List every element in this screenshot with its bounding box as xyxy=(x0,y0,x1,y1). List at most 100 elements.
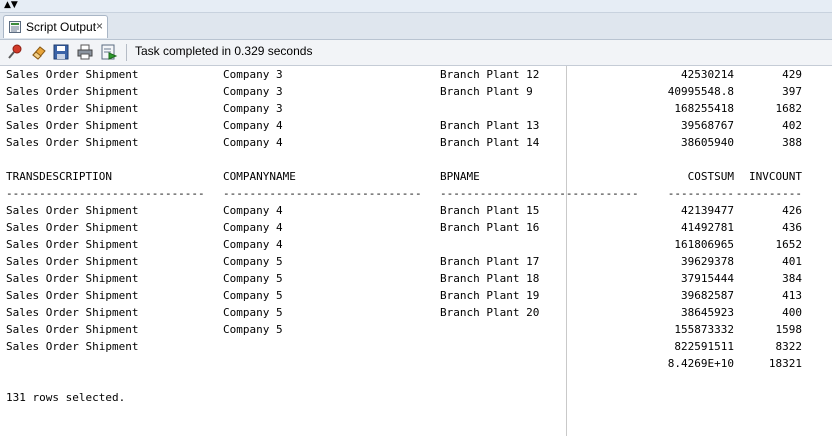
cell-companyname: Company 5 xyxy=(223,323,283,336)
cell-costsum: 38605940 xyxy=(681,136,734,149)
header-bpname: BPNAME xyxy=(440,170,480,183)
table-row: Sales Order Shipment Company 5 Branch Pl… xyxy=(6,287,826,304)
cell-costsum: 38645923 xyxy=(681,306,734,319)
cell-invcount: 1652 xyxy=(775,238,803,251)
cell-transdescription: Sales Order Shipment xyxy=(6,323,139,336)
cell-costsum: 39568767 xyxy=(681,119,734,132)
tab-script-output[interactable]: Script Output × xyxy=(3,15,108,38)
eraser-icon[interactable] xyxy=(30,43,48,61)
tab-bar: Script Output × xyxy=(0,13,832,40)
cell-bpname: Branch Plant 19 xyxy=(440,289,540,302)
table-row: Sales Order Shipment Company 3 Branch Pl… xyxy=(6,83,826,100)
table-row: Sales Order Shipment Company 5 Branch Pl… xyxy=(6,270,826,287)
separator-companyname: ------------------------------ xyxy=(223,187,422,200)
cell-invcount: 384 xyxy=(782,272,802,285)
cell-invcount: 413 xyxy=(782,289,802,302)
cell-transdescription: Sales Order Shipment xyxy=(6,119,139,132)
cell-companyname: Company 5 xyxy=(223,255,283,268)
table-row: Sales Order Shipment Company 5 Branch Pl… xyxy=(6,304,826,321)
table-row: Sales Order Shipment 822591511 8322 xyxy=(6,338,826,355)
cell-companyname: Company 4 xyxy=(223,238,283,251)
cell-costsum: 155873332 xyxy=(674,323,734,336)
cell-transdescription: Sales Order Shipment xyxy=(6,136,139,149)
separator-invcount: ---------- xyxy=(735,187,802,200)
cell-bpname: Branch Plant 9 xyxy=(440,85,533,98)
cell-bpname: Branch Plant 17 xyxy=(440,255,540,268)
cell-transdescription: Sales Order Shipment xyxy=(6,68,139,81)
close-tab-icon[interactable]: × xyxy=(96,19,103,33)
header-transdescription: TRANSDESCRIPTION xyxy=(6,170,112,183)
cell-costsum: 37915444 xyxy=(681,272,734,285)
cell-companyname: Company 4 xyxy=(223,119,283,132)
cell-transdescription: Sales Order Shipment xyxy=(6,255,139,268)
cell-companyname: Company 3 xyxy=(223,68,283,81)
print-icon[interactable] xyxy=(76,43,94,61)
cell-invcount: 426 xyxy=(782,204,802,217)
cell-costsum: 168255418 xyxy=(674,102,734,115)
cell-bpname: Branch Plant 20 xyxy=(440,306,540,319)
separator-costsum: ---------- xyxy=(667,187,734,200)
cell-transdescription: Sales Order Shipment xyxy=(6,340,139,353)
cell-transdescription: Sales Order Shipment xyxy=(6,221,139,234)
table-row: Sales Order Shipment Company 5 Branch Pl… xyxy=(6,253,826,270)
cell-bpname: Branch Plant 15 xyxy=(440,204,540,217)
output-toolbar: Task completed in 0.329 seconds xyxy=(0,40,832,66)
cell-costsum: 39629378 xyxy=(681,255,734,268)
cell-invcount: 402 xyxy=(782,119,802,132)
cell-invcount: 436 xyxy=(782,221,802,234)
table-row: Sales Order Shipment Company 4 Branch Pl… xyxy=(6,202,826,219)
cell-bpname: Branch Plant 12 xyxy=(440,68,540,81)
cell-costsum: 8.4269E+10 xyxy=(667,357,734,370)
cell-invcount: 18321 xyxy=(768,357,802,370)
cell-invcount: 397 xyxy=(782,85,802,98)
table-row: Sales Order Shipment Company 4 Branch Pl… xyxy=(6,219,826,236)
rows-selected-text: 131 rows selected. xyxy=(6,391,126,404)
cell-transdescription: Sales Order Shipment xyxy=(6,204,139,217)
script-output-icon xyxy=(9,21,21,33)
cell-costsum: 822591511 xyxy=(674,340,734,353)
cell-costsum: 39682587 xyxy=(681,289,734,302)
cell-bpname: Branch Plant 18 xyxy=(440,272,540,285)
cell-companyname: Company 4 xyxy=(223,136,283,149)
cell-costsum: 161806965 xyxy=(674,238,734,251)
cell-companyname: Company 5 xyxy=(223,289,283,302)
cell-transdescription: Sales Order Shipment xyxy=(6,85,139,98)
collapse-panel-icon[interactable]: ▲▼ xyxy=(4,1,32,11)
cell-invcount: 8322 xyxy=(775,340,803,353)
cell-invcount: 1598 xyxy=(775,323,803,336)
cell-transdescription: Sales Order Shipment xyxy=(6,306,139,319)
cell-costsum: 42139477 xyxy=(681,204,734,217)
column-header-row: TRANSDESCRIPTION COMPANYNAME BPNAME COST… xyxy=(6,168,826,185)
rows-selected-footer: 131 rows selected. xyxy=(6,389,826,406)
separator-bpname: ------------------------------ xyxy=(440,187,639,200)
cell-costsum: 40995548.8 xyxy=(667,85,734,98)
table-row: Sales Order Shipment Company 3 Branch Pl… xyxy=(6,66,826,83)
run-script-icon[interactable] xyxy=(100,43,118,61)
script-output-area[interactable]: Sales Order Shipment Company 3 Branch Pl… xyxy=(0,66,832,436)
separator-transdescription: ------------------------------ xyxy=(6,187,205,200)
cell-transdescription: Sales Order Shipment xyxy=(6,289,139,302)
cell-companyname: Company 4 xyxy=(223,221,283,234)
cell-companyname: Company 4 xyxy=(223,204,283,217)
cell-companyname: Company 5 xyxy=(223,272,283,285)
header-separator-row: ------------------------------ ---------… xyxy=(6,185,826,202)
cell-companyname: Company 5 xyxy=(223,306,283,319)
header-costsum: COSTSUM xyxy=(687,170,734,183)
save-icon[interactable] xyxy=(52,43,70,61)
table-row: Sales Order Shipment Company 4 Branch Pl… xyxy=(6,134,826,151)
cell-bpname: Branch Plant 16 xyxy=(440,221,540,234)
cell-invcount: 401 xyxy=(782,255,802,268)
cell-bpname: Branch Plant 13 xyxy=(440,119,540,132)
panel-top-strip: ▲▼ xyxy=(0,0,832,13)
header-invcount: INVCOUNT xyxy=(749,170,802,183)
task-status: Task completed in 0.329 seconds xyxy=(135,44,313,58)
cell-invcount: 1682 xyxy=(775,102,803,115)
cell-costsum: 42530214 xyxy=(681,68,734,81)
pin-icon[interactable] xyxy=(6,43,24,61)
cell-companyname: Company 3 xyxy=(223,85,283,98)
cell-companyname: Company 3 xyxy=(223,102,283,115)
tab-label: Script Output xyxy=(26,20,97,34)
cell-bpname: Branch Plant 14 xyxy=(440,136,540,149)
cell-transdescription: Sales Order Shipment xyxy=(6,102,139,115)
table-row: Sales Order Shipment Company 3 168255418… xyxy=(6,100,826,117)
